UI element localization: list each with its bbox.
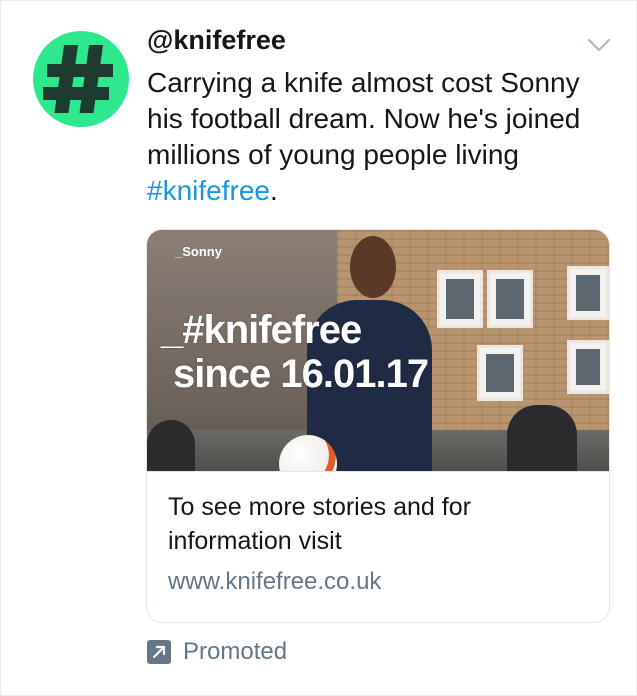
hash-logo-icon: [43, 45, 113, 113]
link-card[interactable]: _Sonny _#knifefree since 16.01.17 To see…: [146, 229, 610, 623]
promoted-label: Promoted: [183, 638, 288, 665]
chevron-down-icon[interactable]: [587, 37, 611, 53]
tweet-container[interactable]: @knifefree Carrying a knife almost cost …: [0, 0, 637, 696]
promoted-indicator: Promoted: [147, 638, 288, 665]
building-window: [487, 270, 533, 328]
building-window: [567, 340, 609, 394]
card-body[interactable]: To see more stories and for information …: [147, 471, 609, 622]
building-window: [567, 266, 609, 320]
image-name-tag: _Sonny: [175, 244, 222, 259]
background-person: [507, 405, 577, 471]
tweet-body-text: Carrying a knife almost cost Sonny his f…: [147, 67, 581, 170]
card-url[interactable]: www.knifefree.co.uk: [168, 568, 381, 596]
promoted-arrow-icon: [147, 640, 171, 664]
image-headline: _#knifefree: [161, 308, 362, 352]
building-window: [477, 345, 523, 401]
building-window: [437, 270, 483, 328]
image-subheadline: since 16.01.17: [173, 352, 429, 396]
card-description: To see more stories and for information …: [168, 493, 471, 555]
main-person-head: [350, 236, 396, 298]
author-handle[interactable]: @knifefree: [147, 25, 286, 56]
avatar[interactable]: [33, 31, 129, 127]
card-image[interactable]: _Sonny _#knifefree since 16.01.17: [147, 230, 609, 471]
tweet-text: Carrying a knife almost cost Sonny his f…: [147, 65, 617, 209]
tweet-body-end: .: [269, 175, 278, 206]
background-person: [147, 420, 195, 471]
hashtag-link[interactable]: #knifefree: [147, 175, 270, 206]
